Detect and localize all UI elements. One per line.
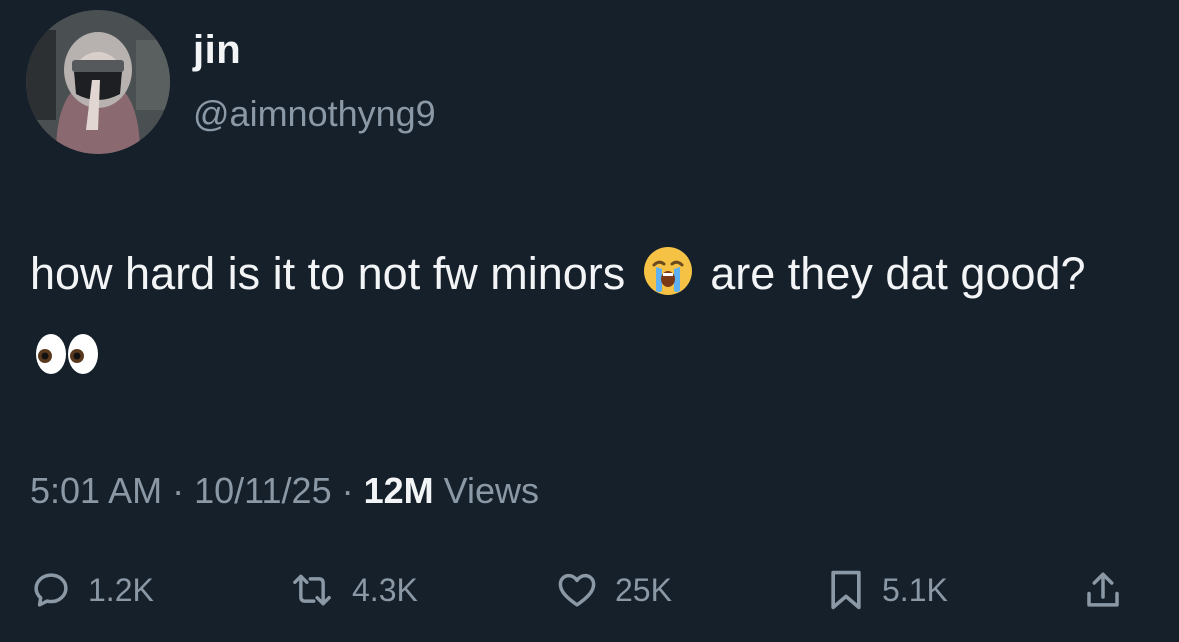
reply-button[interactable]: 1.2K xyxy=(30,560,154,620)
views-label: Views xyxy=(443,470,540,511)
loudly-crying-face-icon xyxy=(642,244,694,319)
share-button[interactable] xyxy=(1082,560,1124,620)
views-count[interactable]: 12M xyxy=(364,470,434,511)
reply-icon xyxy=(30,569,72,611)
retweet-count: 4.3K xyxy=(352,571,418,608)
avatar[interactable] xyxy=(26,10,170,154)
tweet-date[interactable]: 10/11/25 xyxy=(194,470,331,511)
user-handle[interactable]: @aimnothyng9 xyxy=(193,96,436,132)
heart-icon xyxy=(555,569,599,611)
like-count: 25K xyxy=(615,571,672,608)
tweet-text: how hard is it to not fw minors are they… xyxy=(30,236,1160,402)
reply-count: 1.2K xyxy=(88,571,154,608)
tweet-text-part2: are they dat good? xyxy=(697,248,1099,299)
tweet-meta: 5:01 AM · 10/11/25 · 12M Views xyxy=(30,467,539,515)
like-button[interactable]: 25K xyxy=(555,560,672,620)
bookmark-icon xyxy=(826,568,866,612)
avatar-image xyxy=(26,10,170,154)
retweet-icon xyxy=(288,569,336,611)
share-icon xyxy=(1082,568,1124,612)
tweet-card: jin @aimnothyng9 how hard is it to not f… xyxy=(0,0,1179,642)
meta-separator: · xyxy=(172,470,185,511)
action-bar: 1.2K 4.3K 25K 5.1K xyxy=(0,560,1179,620)
eyes-icon xyxy=(34,327,100,402)
retweet-button[interactable]: 4.3K xyxy=(288,560,418,620)
tweet-time[interactable]: 5:01 AM xyxy=(30,470,162,511)
meta-separator: · xyxy=(341,470,354,511)
bookmark-count: 5.1K xyxy=(882,571,948,608)
tweet-text-part1: how hard is it to not fw minors xyxy=(30,248,638,299)
bookmark-button[interactable]: 5.1K xyxy=(826,560,948,620)
display-name[interactable]: jin xyxy=(193,30,241,70)
